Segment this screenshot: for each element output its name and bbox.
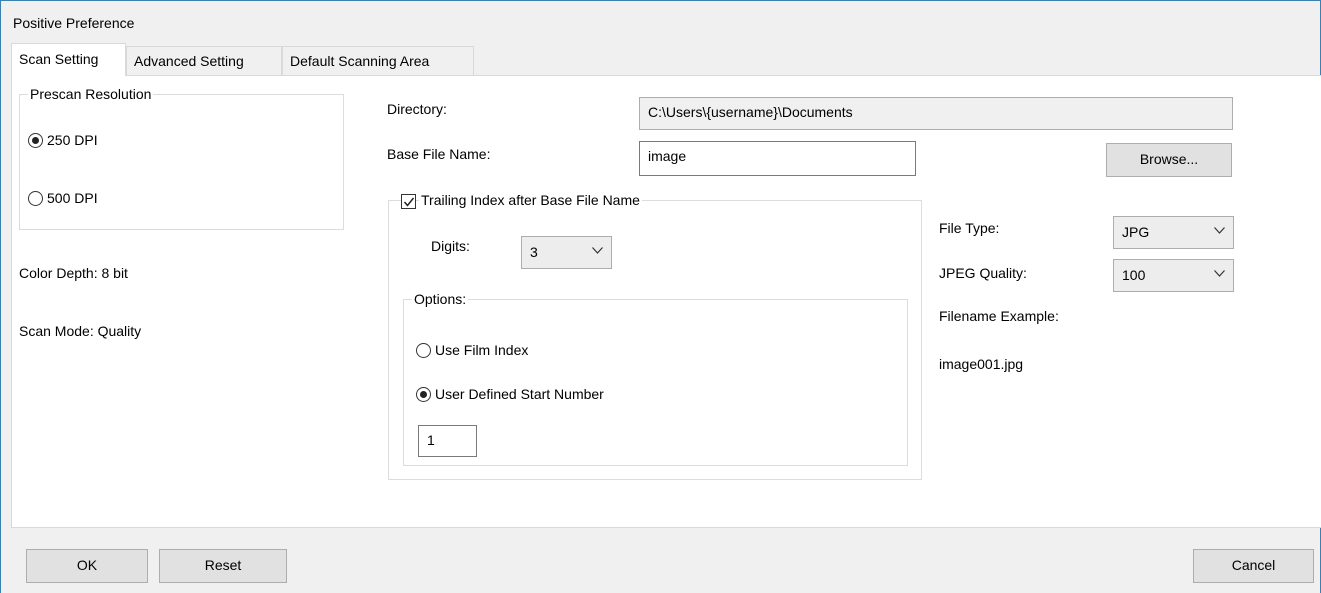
preference-window: Positive Preference Scan Setting Advance… bbox=[0, 0, 1321, 593]
file-type-label: File Type: bbox=[939, 220, 1000, 236]
trailing-index-checkbox[interactable] bbox=[401, 194, 416, 209]
browse-button[interactable]: Browse... bbox=[1106, 143, 1232, 177]
digits-label: Digits: bbox=[431, 238, 470, 254]
digits-select[interactable]: 3 bbox=[521, 236, 612, 269]
start-number-input[interactable]: 1 bbox=[418, 425, 477, 457]
tab-default-scanning-area[interactable]: Default Scanning Area bbox=[282, 46, 474, 76]
chevron-down-icon bbox=[592, 247, 603, 254]
radio-500-dpi-label: 500 DPI bbox=[47, 190, 98, 206]
chevron-down-icon bbox=[1214, 270, 1225, 277]
radio-250-dpi[interactable] bbox=[28, 133, 43, 148]
tab-scan-setting[interactable]: Scan Setting bbox=[11, 43, 126, 76]
radio-user-defined-start-number[interactable] bbox=[416, 387, 431, 402]
directory-field[interactable]: C:\Users\{username}\Documents bbox=[639, 97, 1233, 130]
tab-advanced-setting[interactable]: Advanced Setting bbox=[126, 46, 282, 76]
scan-setting-panel: Prescan Resolution 250 DPI 500 DPI Color… bbox=[11, 75, 1321, 528]
jpeg-quality-value: 100 bbox=[1122, 267, 1146, 283]
file-type-select[interactable]: JPG bbox=[1113, 216, 1234, 249]
radio-500-dpi[interactable] bbox=[28, 191, 43, 206]
checkmark-icon bbox=[403, 197, 415, 207]
base-file-name-label: Base File Name: bbox=[387, 146, 491, 162]
ok-button[interactable]: OK bbox=[26, 549, 148, 583]
radio-250-dpi-label: 250 DPI bbox=[47, 132, 98, 148]
options-group: Options: Use Film Index User Defined Sta… bbox=[403, 291, 908, 466]
prescan-resolution-legend: Prescan Resolution bbox=[28, 86, 154, 102]
base-file-name-input[interactable]: image bbox=[639, 141, 916, 176]
radio-use-film-index[interactable] bbox=[416, 343, 431, 358]
cancel-button[interactable]: Cancel bbox=[1193, 549, 1314, 583]
digits-value: 3 bbox=[530, 244, 538, 260]
prescan-resolution-group: Prescan Resolution 250 DPI 500 DPI bbox=[19, 86, 344, 230]
trailing-index-group: Trailing Index after Base File Name Digi… bbox=[388, 192, 922, 480]
reset-button[interactable]: Reset bbox=[159, 549, 287, 583]
file-type-value: JPG bbox=[1122, 224, 1150, 240]
user-defined-start-number-label: User Defined Start Number bbox=[435, 386, 604, 402]
jpeg-quality-label: JPEG Quality: bbox=[939, 265, 1027, 281]
window-title: Positive Preference bbox=[13, 15, 135, 31]
color-depth-text: Color Depth: 8 bit bbox=[19, 265, 128, 281]
filename-example-label: Filename Example: bbox=[939, 308, 1059, 324]
jpeg-quality-select[interactable]: 100 bbox=[1113, 259, 1234, 292]
chevron-down-icon bbox=[1214, 227, 1225, 234]
scan-mode-text: Scan Mode: Quality bbox=[19, 323, 142, 339]
directory-label: Directory: bbox=[387, 101, 447, 117]
use-film-index-label: Use Film Index bbox=[435, 342, 529, 358]
filename-example-value: image001.jpg bbox=[939, 356, 1024, 372]
trailing-index-label: Trailing Index after Base File Name bbox=[419, 192, 642, 208]
options-legend: Options: bbox=[412, 291, 469, 307]
